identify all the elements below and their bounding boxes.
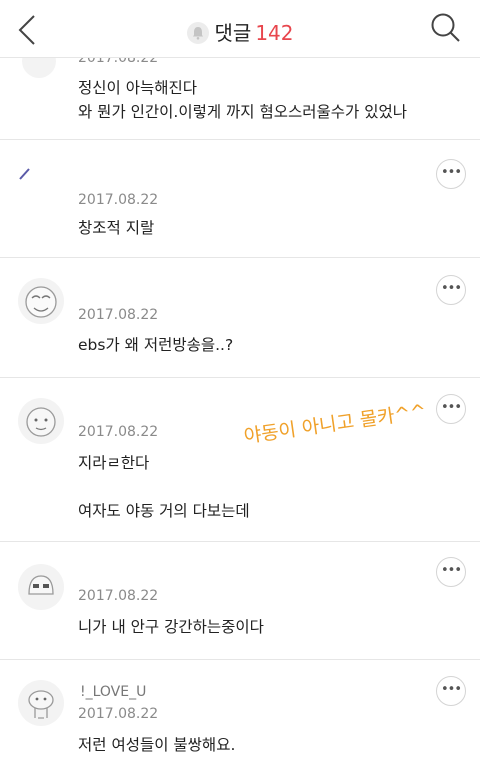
more-options-button[interactable]: ••• — [436, 275, 466, 305]
comment-count: 142 — [255, 21, 294, 45]
comment-date: 2017.08.22 — [78, 192, 159, 208]
top-bar: 댓글 142 — [0, 0, 480, 58]
comment-item: ••• !_LOVE_U 2017.08.22 저런 여성들이 불쌍해요. — [0, 660, 480, 766]
title-label: 댓글 — [214, 21, 252, 45]
comment-text: ebs가 왜 저런방송을..? — [78, 336, 234, 354]
pen-icon — [19, 168, 30, 180]
avatar[interactable] — [18, 564, 64, 610]
comment-nickname[interactable]: !_LOVE_U — [80, 684, 146, 700]
more-options-button[interactable]: ••• — [436, 159, 466, 189]
comment-date: 2017.08.22 — [78, 706, 159, 722]
more-options-button[interactable]: ••• — [436, 394, 466, 424]
bell-icon — [192, 27, 203, 40]
comment-date: 2017.08.22 — [78, 588, 159, 604]
page-title: 댓글 142 — [0, 17, 480, 46]
more-options-button[interactable]: ••• — [436, 676, 466, 706]
comment-text: 정신이 아늑해진다 와 뭔가 인간이.이렇게 까지 혐오스러울수가 있었나 — [78, 79, 408, 121]
comment-date: 2017.08.22 — [78, 424, 159, 440]
comment-item: ••• 2017.08.22 니가 내 안구 강간하는중이다 — [0, 542, 480, 660]
comment-text: 저런 여성들이 불쌍해요. — [78, 736, 236, 754]
character-avatar-icon — [25, 286, 57, 318]
character-avatar-icon — [28, 690, 54, 719]
comment-date: 2017.08.22 — [78, 307, 159, 323]
character-avatar-icon — [26, 407, 56, 437]
comment-text: 지라ㄹ한다 여자도 야동 거의 다보는데 — [78, 454, 250, 520]
comment-text: 창조적 지랄 — [78, 219, 155, 237]
search-icon — [431, 13, 460, 42]
more-options-button[interactable]: ••• — [436, 557, 466, 587]
avatar[interactable] — [18, 278, 64, 324]
comment-item: ••• 2017.08.22 ebs가 왜 저런방송을..? — [0, 258, 480, 378]
comment-item: ••• 2017.08.22 창조적 지랄 — [0, 140, 480, 258]
search-button[interactable] — [428, 10, 464, 48]
comment-text: 니가 내 안구 강간하는중이다 — [78, 618, 264, 636]
notify-toggle[interactable] — [186, 22, 209, 44]
avatar[interactable] — [18, 398, 64, 444]
avatar[interactable] — [18, 680, 64, 726]
character-avatar-icon — [28, 575, 54, 595]
